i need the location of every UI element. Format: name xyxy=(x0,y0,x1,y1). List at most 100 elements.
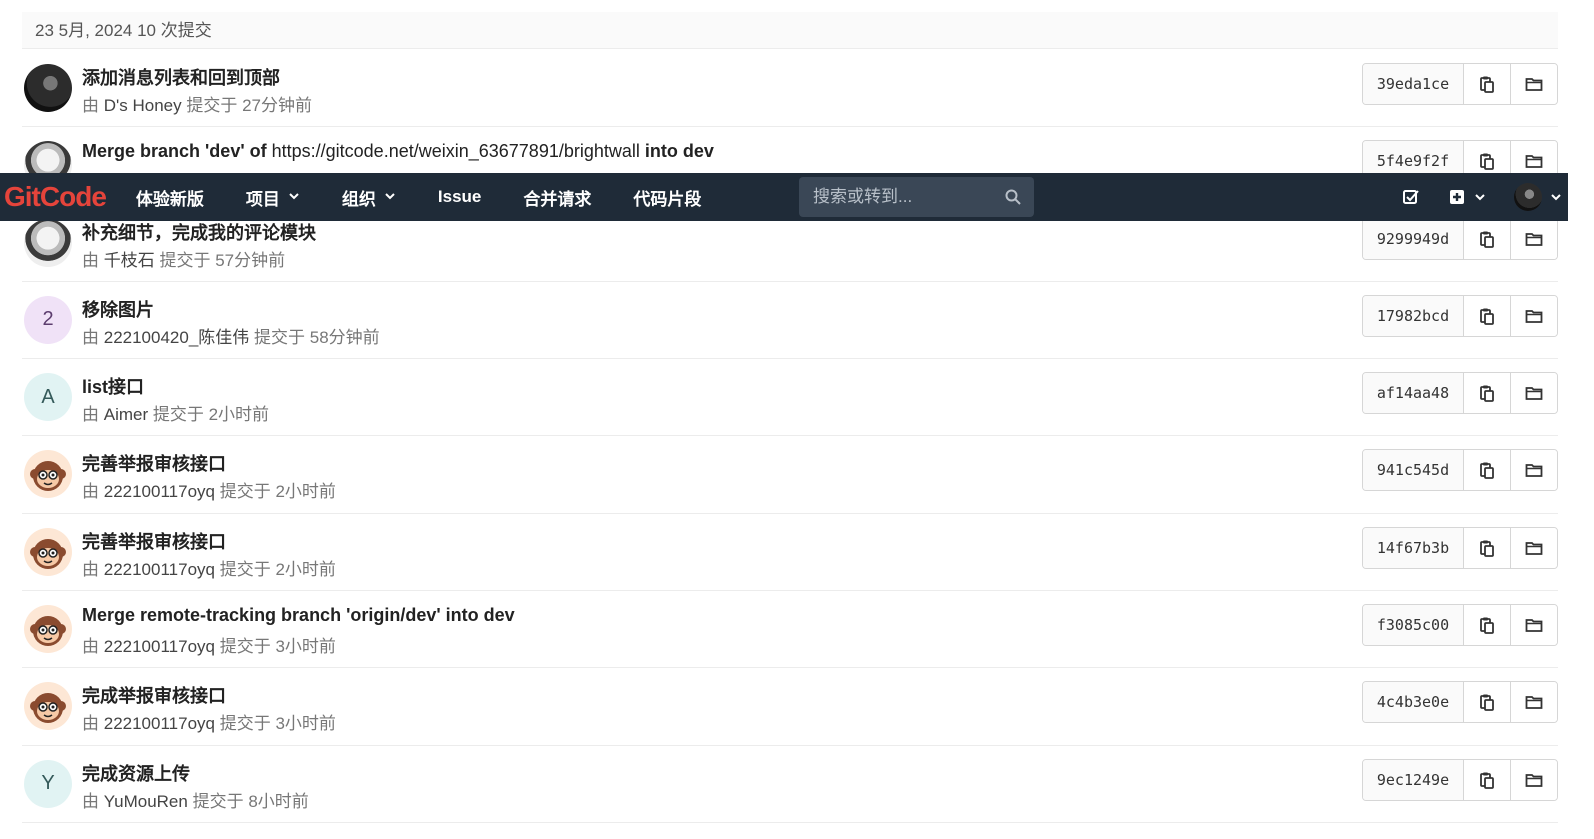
commit-author[interactable]: 222100420_陈佳伟 xyxy=(104,328,250,347)
copy-sha-button[interactable] xyxy=(1464,64,1511,104)
commit-sha-button[interactable]: 4c4b3e0e xyxy=(1363,682,1464,723)
clipboard-icon xyxy=(1480,617,1494,634)
commit-actions: 941c545d xyxy=(1362,449,1558,492)
avatar[interactable]: Y xyxy=(24,759,72,808)
copy-sha-button[interactable] xyxy=(1464,450,1511,491)
copy-sha-button[interactable] xyxy=(1464,682,1511,723)
commit-actions: 4c4b3e0e xyxy=(1362,681,1558,724)
avatar-initial: Y xyxy=(41,772,55,795)
search-icon[interactable] xyxy=(1004,188,1022,206)
commit-actions: f3085c00 xyxy=(1362,604,1558,647)
browse-files-button[interactable] xyxy=(1511,527,1557,568)
folder-icon xyxy=(1525,541,1543,555)
commit-time: 提交于 3小时前 xyxy=(219,714,336,734)
commit-sha-button[interactable]: 17982bcd xyxy=(1363,295,1464,336)
avatar[interactable] xyxy=(24,605,72,654)
copy-sha-button[interactable] xyxy=(1464,605,1511,646)
folder-icon xyxy=(1525,309,1543,323)
copy-sha-button[interactable] xyxy=(1464,759,1511,800)
commit-meta: 由 222100117oyq 提交于 2小时前 xyxy=(82,555,336,580)
by-label: 由 xyxy=(82,714,99,734)
commit-title[interactable]: Merge remote-tracking branch 'origin/dev… xyxy=(82,605,515,626)
commit-meta: 由 YuMouRen 提交于 8小时前 xyxy=(82,787,309,812)
commit-author[interactable]: 222100117oyq xyxy=(104,560,215,579)
commit-sha-button[interactable]: 14f67b3b xyxy=(1363,527,1464,568)
commit-sha-button[interactable]: af14aa48 xyxy=(1363,373,1464,414)
nav-label: 组织 xyxy=(341,189,376,209)
new-dropdown-button[interactable] xyxy=(1448,188,1486,206)
browse-files-button[interactable] xyxy=(1511,64,1557,104)
browse-files-button[interactable] xyxy=(1511,450,1557,491)
browse-files-button[interactable] xyxy=(1511,682,1557,723)
commit-row: 完成举报审核接口由 222100117oyq 提交于 3小时前 4c4b3e0e xyxy=(22,668,1558,746)
commit-sha-button[interactable]: 941c545d xyxy=(1363,450,1464,491)
avatar[interactable] xyxy=(24,64,72,112)
folder-icon xyxy=(1525,232,1543,246)
commit-row: 完善举报审核接口由 222100117oyq 提交于 2小时前 14f67b3b xyxy=(22,514,1558,592)
search-input[interactable] xyxy=(811,186,995,208)
commit-author[interactable]: 222100117oyq xyxy=(104,714,215,733)
commit-sha-button[interactable]: 9299949d xyxy=(1363,218,1464,259)
nav-try-new[interactable]: 体验新版 xyxy=(136,185,204,210)
commit-title[interactable]: 完善举报审核接口 xyxy=(82,450,226,476)
commit-title[interactable]: 添加消息列表和回到顶部 xyxy=(82,64,280,90)
commit-author[interactable]: 222100117oyq xyxy=(104,637,215,656)
avatar[interactable] xyxy=(24,218,72,267)
commit-title[interactable]: list接口 xyxy=(82,373,144,399)
user-menu-button[interactable] xyxy=(1514,183,1562,211)
nav-merge-requests[interactable]: 合并请求 xyxy=(523,185,591,210)
commit-time: 提交于 2小时前 xyxy=(152,405,270,425)
browse-files-button[interactable] xyxy=(1511,605,1557,646)
commit-title[interactable]: 完善举报审核接口 xyxy=(82,528,226,554)
nav-groups[interactable]: 组织 xyxy=(342,185,396,210)
nav-snippets[interactable]: 代码片段 xyxy=(633,185,701,210)
avatar[interactable]: A xyxy=(24,373,72,422)
commit-meta: 由 222100117oyq 提交于 3小时前 xyxy=(82,709,336,734)
chevron-down-icon xyxy=(384,190,396,205)
commit-author[interactable]: 222100117oyq xyxy=(104,482,215,501)
gitcode-logo[interactable]: Git Code xyxy=(4,181,107,213)
commit-sha-button[interactable]: 9ec1249e xyxy=(1363,759,1464,800)
avatar[interactable]: 2 xyxy=(24,295,72,344)
avatar[interactable] xyxy=(24,450,72,499)
commit-row: Merge remote-tracking branch 'origin/dev… xyxy=(22,591,1558,669)
by-label: 由 xyxy=(82,559,99,579)
nav-label: 项目 xyxy=(245,189,280,209)
avatar[interactable] xyxy=(24,682,72,731)
commit-title[interactable]: 补充细节，完成我的评论模块 xyxy=(82,219,316,245)
nav-projects[interactable]: 项目 xyxy=(246,185,300,210)
commit-author[interactable]: YuMouRen xyxy=(104,792,188,811)
commit-title-link[interactable]: https://gitcode.net/weixin_63677891/brig… xyxy=(272,141,640,161)
nav-label: 代码片段 xyxy=(633,189,702,209)
commit-actions: 17982bcd xyxy=(1362,294,1558,337)
commit-time: 提交于 2小时前 xyxy=(219,559,336,579)
todo-button[interactable] xyxy=(1402,188,1420,206)
browse-files-button[interactable] xyxy=(1511,373,1557,414)
commit-author[interactable]: 千枝石 xyxy=(104,251,155,270)
avatar[interactable] xyxy=(24,527,72,576)
copy-sha-button[interactable] xyxy=(1464,218,1511,259)
commit-title[interactable]: 完成举报审核接口 xyxy=(82,682,226,708)
commit-meta: 由 Aimer 提交于 2小时前 xyxy=(82,400,269,425)
commit-sha-button[interactable]: f3085c00 xyxy=(1363,605,1464,646)
copy-sha-button[interactable] xyxy=(1464,295,1511,336)
commit-title[interactable]: Merge branch 'dev' of https://gitcode.ne… xyxy=(82,141,714,162)
copy-sha-button[interactable] xyxy=(1464,527,1511,568)
folder-icon xyxy=(1525,155,1543,169)
browse-files-button[interactable] xyxy=(1511,218,1557,259)
commit-time: 提交于 8小时前 xyxy=(192,791,309,811)
commit-author[interactable]: D's Honey xyxy=(104,96,182,115)
day-header: 23 5月, 2024 10 次提交 xyxy=(22,12,1558,49)
commit-author[interactable]: Aimer xyxy=(104,405,148,424)
folder-icon xyxy=(1525,696,1543,710)
by-label: 由 xyxy=(82,637,99,657)
commit-sha-button[interactable]: 39eda1ce xyxy=(1363,64,1464,104)
commit-title[interactable]: 完成资源上传 xyxy=(82,760,190,786)
folder-icon xyxy=(1525,773,1543,787)
nav-issue[interactable]: Issue xyxy=(438,187,481,207)
browse-files-button[interactable] xyxy=(1511,295,1557,336)
commit-title[interactable]: 移除图片 xyxy=(82,296,154,322)
copy-sha-button[interactable] xyxy=(1464,373,1511,414)
commit-row: 完善举报审核接口由 222100117oyq 提交于 2小时前 941c545d xyxy=(22,436,1558,514)
browse-files-button[interactable] xyxy=(1511,759,1557,800)
